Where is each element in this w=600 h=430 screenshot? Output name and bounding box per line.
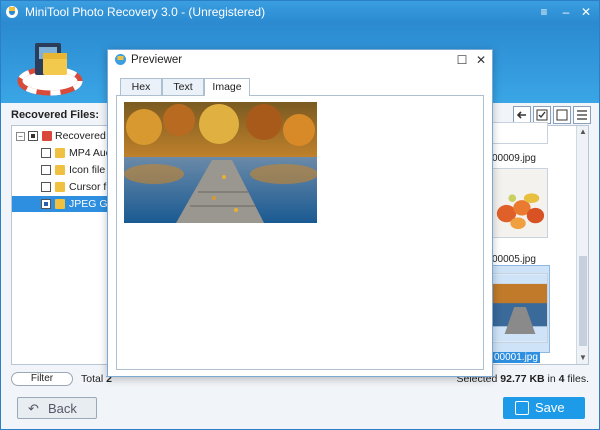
folder-icon xyxy=(55,165,65,175)
thumbnail[interactable] xyxy=(492,273,548,343)
recovered-files-label: Recovered Files: xyxy=(11,109,100,121)
back-arrow-icon: ↶ xyxy=(28,401,39,416)
folder-icon xyxy=(55,199,65,209)
app-title: MiniTool Photo Recovery 3.0 - (Unregiste… xyxy=(25,5,266,19)
checkbox-icon[interactable] xyxy=(41,182,51,192)
scroll-down-icon[interactable]: ▼ xyxy=(577,352,589,364)
save-button-label: Save xyxy=(535,400,565,415)
folder-icon xyxy=(42,131,52,141)
app-titlebar: MiniTool Photo Recovery 3.0 - (Unregiste… xyxy=(1,1,599,23)
checkbox-icon[interactable] xyxy=(28,131,38,141)
previewer-body: Hex Text Image xyxy=(116,78,484,370)
tab-hex[interactable]: Hex xyxy=(120,78,162,95)
maximize-button[interactable]: ☐ xyxy=(454,52,470,68)
menu-button[interactable]: ≡ xyxy=(535,4,553,20)
thumbnail-label: 00001.jpg xyxy=(492,352,540,363)
preview-image xyxy=(124,102,317,223)
tree-item-jpeg[interactable]: JPEG Grap xyxy=(12,196,123,212)
previewer-titlebar: Previewer ☐ ✕ xyxy=(108,50,492,70)
tree-item-mp4[interactable]: MP4 Audio xyxy=(12,145,120,161)
thumbnail[interactable] xyxy=(492,122,548,144)
previewer-dialog: Previewer ☐ ✕ Hex Text Image xyxy=(107,49,493,377)
thumbnail-grid: 00009.jpg 00005.jpg 00001.jpg ▲ ▼ xyxy=(485,122,589,365)
tree-item-root[interactable]: − Recovered Fil xyxy=(12,128,120,144)
tab-image[interactable]: Image xyxy=(204,78,250,96)
previewer-logo-icon xyxy=(115,54,126,65)
folder-icon xyxy=(55,148,65,158)
tree-item-icon[interactable]: Icon file (2 xyxy=(12,162,120,178)
hero-lifebuoy-icon xyxy=(17,43,83,96)
collapse-icon[interactable]: − xyxy=(16,132,25,141)
folder-icon xyxy=(55,182,65,192)
thumbnail-label: 00005.jpg xyxy=(492,254,536,265)
selected-size: 92.77 KB xyxy=(500,373,545,385)
tab-text[interactable]: Text xyxy=(162,78,204,95)
checkbox-icon[interactable] xyxy=(41,148,51,158)
minimize-button[interactable]: – xyxy=(557,4,575,20)
scroll-up-icon[interactable]: ▲ xyxy=(577,126,589,138)
back-button[interactable]: ↶ Back xyxy=(17,397,97,419)
vertical-scrollbar[interactable]: ▲ ▼ xyxy=(576,126,588,364)
previewer-title: Previewer xyxy=(131,54,183,66)
file-tree: − Recovered Fil MP4 Audio Icon file (2 C… xyxy=(11,125,123,365)
scrollbar-thumb[interactable] xyxy=(579,256,587,346)
thumbnail-view-icon[interactable] xyxy=(553,106,571,124)
thumbnail-label: 00009.jpg xyxy=(492,153,536,164)
image-preview-area xyxy=(116,95,484,370)
list-view-icon[interactable] xyxy=(573,106,591,124)
pumpkins-image-icon xyxy=(493,169,547,237)
previewer-close-button[interactable]: ✕ xyxy=(473,52,489,68)
thumbnail[interactable] xyxy=(492,168,548,238)
save-disk-icon xyxy=(515,401,529,415)
app-logo-icon xyxy=(6,6,18,18)
tree-item-cursor[interactable]: Cursor file xyxy=(12,179,120,195)
checkbox-icon[interactable] xyxy=(41,165,51,175)
save-button[interactable]: Save xyxy=(503,397,585,419)
checkbox-icon[interactable] xyxy=(41,199,51,209)
back-button-label: Back xyxy=(48,401,77,416)
close-button[interactable]: ✕ xyxy=(577,4,595,20)
filter-button[interactable]: Filter xyxy=(11,372,73,386)
lake-image-icon xyxy=(493,274,547,342)
